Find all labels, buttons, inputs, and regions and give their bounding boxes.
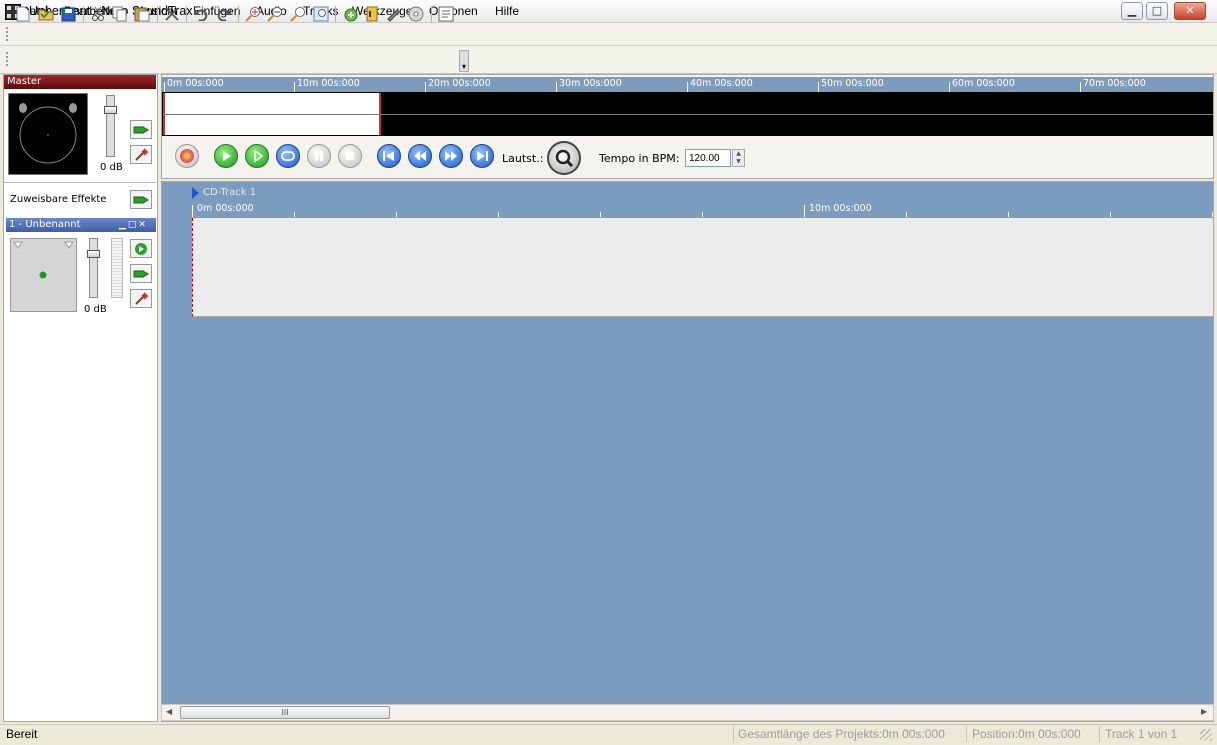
channel-fx-button[interactable] bbox=[130, 264, 152, 283]
add-cd-icon[interactable] bbox=[407, 5, 425, 23]
assignable-effects-button[interactable] bbox=[130, 190, 152, 209]
assignable-effects-label: Zuweisbare Effekte bbox=[10, 194, 107, 205]
toolbar-separator bbox=[157, 6, 158, 22]
scroll-right-arrow[interactable]: ▶ bbox=[1201, 707, 1207, 716]
track-lane[interactable] bbox=[192, 218, 1213, 317]
volume-knob[interactable] bbox=[547, 141, 581, 175]
cd-track-label: CD-Track 1 bbox=[203, 187, 257, 198]
panel-divider bbox=[4, 182, 156, 183]
master-volume-slider[interactable] bbox=[106, 95, 115, 157]
ruler-label: 0m 00s:000 bbox=[167, 78, 224, 89]
rewind-button[interactable] bbox=[408, 144, 432, 168]
paste-icon[interactable] bbox=[133, 5, 151, 23]
play-button[interactable] bbox=[214, 144, 238, 168]
channel-name: 1 - Unbenannt bbox=[9, 219, 81, 230]
goto-end-button[interactable] bbox=[470, 144, 494, 168]
ruler-label: 60m 00s:000 bbox=[952, 78, 1015, 89]
channel-play-button[interactable] bbox=[130, 239, 152, 258]
ruler-label: 10m 00s:000 bbox=[809, 203, 872, 214]
ruler-label: 40m 00s:000 bbox=[690, 78, 753, 89]
volume-label: Lautst.: bbox=[502, 152, 544, 165]
toolbar-separator bbox=[335, 6, 336, 22]
open-icon[interactable] bbox=[37, 5, 55, 23]
save-icon[interactable] bbox=[59, 5, 77, 23]
add-effect-icon[interactable] bbox=[385, 5, 403, 23]
tempo-spinner[interactable]: ▲ ▼ bbox=[732, 149, 745, 167]
add-audio-icon[interactable] bbox=[363, 5, 381, 23]
master-volume-thumb[interactable] bbox=[104, 106, 117, 114]
toolbar-overflow-chevron-icon[interactable]: ▾ bbox=[459, 50, 469, 72]
tempo-label: Tempo in BPM: bbox=[599, 152, 680, 165]
channel-volume-thumb[interactable] bbox=[87, 250, 100, 258]
menu-werkzeuge[interactable]: Werkzeuge bbox=[352, 4, 412, 18]
cut-icon[interactable] bbox=[89, 5, 107, 23]
ruler-label: 30m 00s:000 bbox=[559, 78, 622, 89]
master-level-label: 0 dB bbox=[100, 162, 123, 173]
menu-grip[interactable] bbox=[6, 27, 9, 41]
channel-panner[interactable] bbox=[10, 238, 77, 312]
channel-level-label: 0 dB bbox=[84, 304, 107, 315]
status-separator bbox=[966, 726, 967, 742]
fast-forward-button[interactable] bbox=[439, 144, 463, 168]
overview-centerline bbox=[163, 114, 1213, 115]
new-icon[interactable] bbox=[14, 5, 32, 23]
master-settings-button[interactable] bbox=[130, 145, 152, 164]
toolbar-separator bbox=[238, 6, 239, 22]
copy-icon[interactable] bbox=[111, 5, 129, 23]
status-separator bbox=[733, 726, 734, 742]
delete-icon[interactable] bbox=[163, 5, 181, 23]
track-marker-icon[interactable] bbox=[192, 187, 199, 199]
properties-icon[interactable] bbox=[437, 5, 455, 23]
zoom-in-icon[interactable] bbox=[244, 5, 262, 23]
pause-button[interactable] bbox=[307, 144, 331, 168]
maximize-button[interactable]: □ bbox=[1146, 2, 1168, 20]
status-position: Position:0m 00s:000 bbox=[972, 727, 1081, 741]
status-track: Track 1 von 1 bbox=[1105, 727, 1178, 741]
menu-bar bbox=[0, 23, 1217, 46]
play-from-cursor-button[interactable] bbox=[245, 144, 269, 168]
status-total-length: Gesamtlänge des Projekts:0m 00s:000 bbox=[738, 727, 945, 741]
zoom-out-icon[interactable] bbox=[266, 5, 284, 23]
channel-window-controls[interactable]: ▁□✕ bbox=[119, 220, 148, 230]
menu-hilfe[interactable]: Hilfe bbox=[495, 4, 519, 18]
ruler-label: 20m 00s:000 bbox=[428, 78, 491, 89]
record-button[interactable] bbox=[175, 144, 199, 168]
zoom-selection-icon[interactable] bbox=[312, 5, 330, 23]
channel-level-meter bbox=[111, 238, 123, 298]
loop-button[interactable] bbox=[276, 144, 300, 168]
master-header: Master bbox=[4, 75, 156, 89]
channel-volume-slider[interactable] bbox=[89, 238, 98, 298]
minimize-button[interactable]: ▁ bbox=[1121, 2, 1143, 20]
toolbar-separator bbox=[431, 6, 432, 22]
close-button[interactable]: ✕ bbox=[1174, 2, 1206, 20]
stop-button[interactable] bbox=[338, 144, 362, 168]
add-track-icon[interactable] bbox=[341, 5, 359, 23]
undo-icon[interactable] bbox=[192, 5, 210, 23]
ruler-label: 0m 00s:000 bbox=[197, 203, 254, 214]
zoom-fit-icon[interactable] bbox=[289, 5, 307, 23]
status-separator bbox=[1099, 726, 1100, 742]
scroll-left-arrow[interactable]: ◀ bbox=[166, 707, 172, 716]
toolbar bbox=[0, 46, 1217, 74]
toolbar-separator bbox=[83, 6, 84, 22]
tempo-input[interactable] bbox=[685, 149, 731, 167]
ruler-label: 10m 00s:000 bbox=[297, 78, 360, 89]
resize-grip-icon[interactable] bbox=[1200, 729, 1212, 741]
toolbar-separator bbox=[186, 6, 187, 22]
master-fx-button[interactable] bbox=[130, 120, 152, 139]
goto-start-button[interactable] bbox=[377, 144, 401, 168]
status-ready: Bereit bbox=[6, 727, 38, 741]
channel-settings-button[interactable] bbox=[130, 289, 152, 308]
scrollbar-thumb[interactable]: III bbox=[180, 706, 390, 719]
ruler-label: 50m 00s:000 bbox=[821, 78, 884, 89]
redo-icon[interactable] bbox=[215, 5, 233, 23]
ruler-label: 70m 00s:000 bbox=[1083, 78, 1146, 89]
toolbar-grip[interactable] bbox=[6, 52, 9, 66]
timeline-ruler[interactable]: 0m 00s:000 10m 00s:000 bbox=[192, 202, 1213, 217]
master-surround-panner[interactable] bbox=[8, 93, 88, 175]
overview-ruler[interactable]: 0m 00s:000 10m 00s:000 20m 00s:000 30m 0… bbox=[162, 77, 1213, 92]
